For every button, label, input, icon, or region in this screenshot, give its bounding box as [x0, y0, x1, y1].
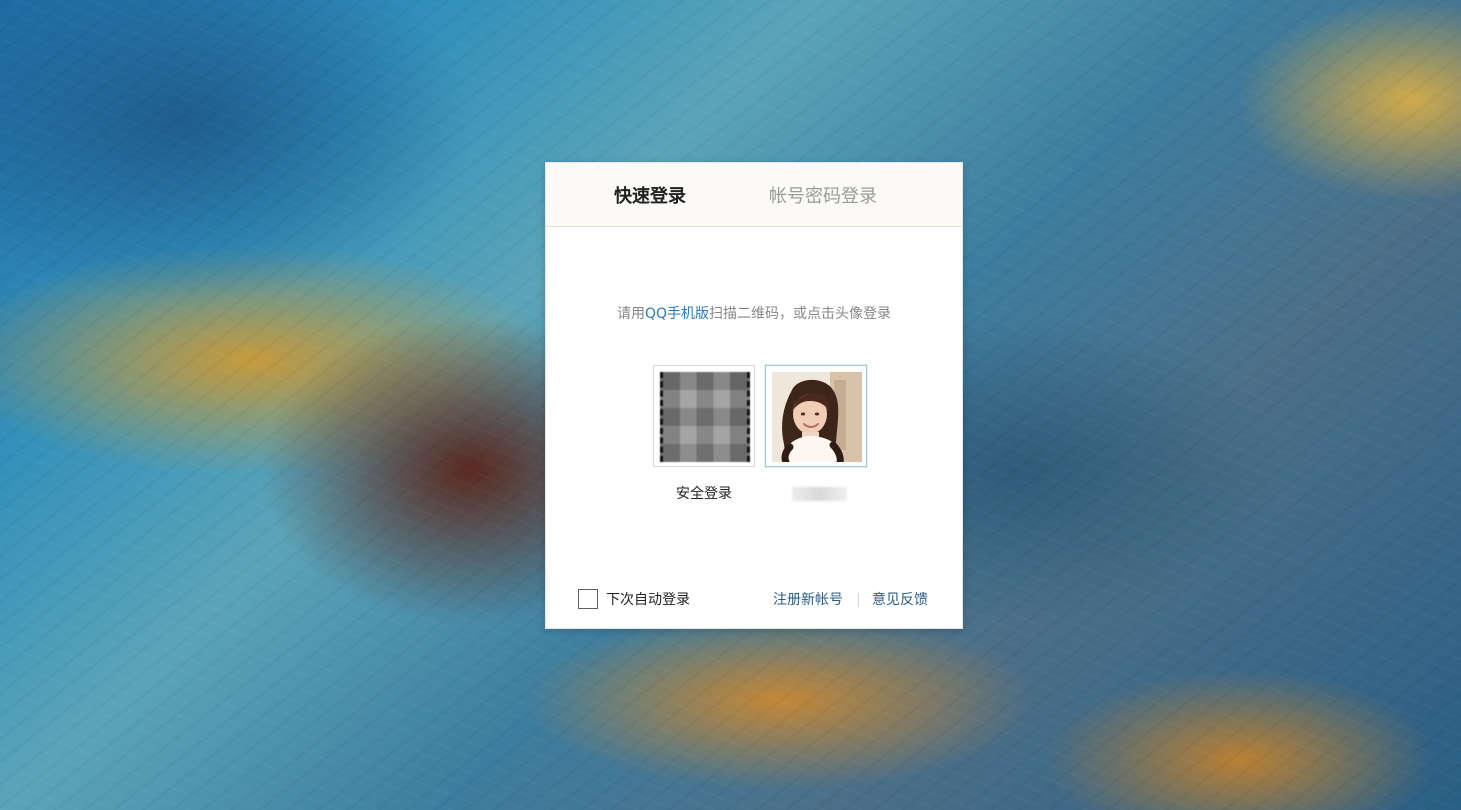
qr-code-image [660, 372, 750, 462]
avatar-username-label [792, 487, 847, 501]
user-avatar-image [772, 372, 862, 462]
feedback-link[interactable]: 意见反馈 [872, 590, 928, 610]
instruction-highlight: QQ手机版 [644, 306, 710, 322]
auto-login-label[interactable]: 下次自动登录 [606, 590, 690, 610]
tab-quick-login[interactable]: 快速登录 [614, 185, 686, 209]
instruction-suffix: 扫描二维码，或点击头像登录 [709, 306, 892, 322]
avatar-login-tile[interactable] [765, 365, 867, 467]
login-tab-bar: 快速登录 帐号密码登录 [546, 163, 962, 227]
tab-account-password-login[interactable]: 帐号密码登录 [769, 185, 877, 209]
instruction-prefix: 请用 [616, 306, 645, 322]
login-instruction: 请用QQ手机版扫描二维码，或点击头像登录 [546, 304, 962, 324]
qr-code-tile[interactable] [653, 365, 755, 467]
register-link[interactable]: 注册新帐号 [773, 590, 843, 610]
login-dialog: 快速登录 帐号密码登录 请用QQ手机版扫描二维码，或点击头像登录 安全登录 下次… [545, 162, 963, 629]
footer-divider [858, 593, 859, 607]
desktop-background: 快速登录 帐号密码登录 请用QQ手机版扫描二维码，或点击头像登录 安全登录 下次… [0, 0, 1461, 810]
login-footer: 下次自动登录 注册新帐号 意见反馈 [546, 588, 962, 612]
secure-login-label: 安全登录 [676, 486, 732, 502]
auto-login-checkbox[interactable] [578, 589, 598, 609]
